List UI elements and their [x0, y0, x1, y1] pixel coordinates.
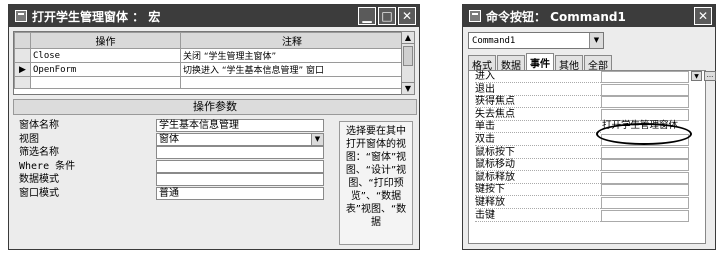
property-name: 双击 — [475, 133, 495, 145]
property-name: 获得焦点 — [475, 96, 515, 108]
tab-event[interactable]: 事件 — [526, 53, 554, 70]
table-row[interactable]: Close 关闭 “学生管理主窗体” — [14, 48, 404, 63]
param-label: 筛选名称 — [19, 147, 59, 158]
tab-other[interactable]: 其他 — [555, 55, 583, 72]
property-sheet-icon — [469, 10, 481, 22]
action-cell[interactable]: OpenForm — [30, 62, 181, 77]
builder-ellipsis-button[interactable]: ... — [704, 71, 716, 81]
property-value[interactable] — [601, 171, 689, 184]
close-button[interactable]: ✕ — [694, 7, 712, 25]
chevron-down-icon[interactable]: ▼ — [311, 133, 323, 145]
column-header-comment: 注释 — [180, 32, 404, 49]
property-name: 鼠标按下 — [475, 146, 515, 158]
property-row[interactable]: 进入 ▼ ... — [469, 71, 716, 84]
property-title: 命令按钮： Command1 — [486, 9, 626, 24]
property-row[interactable]: 鼠标释放 — [469, 171, 705, 185]
data-mode-field[interactable] — [156, 173, 324, 186]
property-sheet-window: 命令按钮： Command1 ✕ Command1 ▼ 格式 数据 事件 其他 … — [462, 4, 716, 250]
view-combo[interactable]: 窗体 ▼ — [156, 132, 324, 146]
action-cell[interactable]: Close — [30, 48, 181, 63]
property-row[interactable]: 鼠标按下 — [469, 146, 705, 160]
property-value[interactable] — [601, 96, 689, 109]
object-value: Command1 — [472, 36, 516, 46]
param-row: 窗体名称 学生基本信息管理 — [19, 119, 339, 133]
column-header-action: 操作 — [30, 32, 181, 49]
property-name: 鼠标移动 — [475, 159, 515, 171]
highlight-ellipse — [596, 123, 692, 145]
macro-window: 打开学生管理窗体 ： 宏 ▁ □ ✕ 操作 注释 Close 关闭 “学生管理主… — [8, 4, 420, 250]
property-value[interactable] — [601, 108, 689, 121]
property-name: 退出 — [475, 83, 495, 95]
help-text: 选择要在其中打开窗体的视图：“窗体”视图、“设计”视图、“打印预览”、“数据表”… — [339, 121, 413, 245]
action-cell[interactable] — [30, 76, 181, 89]
property-row[interactable]: 获得焦点 — [469, 96, 705, 109]
filter-name-field[interactable] — [156, 146, 324, 159]
property-titlebar[interactable]: 命令按钮： Command1 ✕ — [463, 5, 715, 27]
property-list: 进入 ▼ ... 退出 获得焦点 失去焦点 单击 打开学生管理窗体 双击 鼠标按… — [468, 70, 716, 244]
view-value: 窗体 — [159, 133, 179, 145]
param-row: 窗口模式 普通 — [19, 186, 339, 201]
form-name-field[interactable]: 学生基本信息管理 — [156, 119, 324, 132]
property-value[interactable] — [601, 184, 689, 197]
scroll-down-icon[interactable]: ▼ — [402, 82, 414, 94]
property-value[interactable] — [601, 146, 689, 159]
macro-titlebar[interactable]: 打开学生管理窗体 ： 宏 ▁ □ ✕ — [9, 5, 419, 27]
macro-grid: 操作 注释 Close 关闭 “学生管理主窗体” ▶ OpenForm 切换进入… — [13, 31, 405, 95]
params-header: 操作参数 — [13, 99, 417, 115]
property-name: 鼠标释放 — [475, 171, 515, 183]
macro-title: 打开学生管理窗体 ： 宏 — [32, 9, 161, 24]
property-row[interactable]: 键释放 — [469, 196, 705, 210]
param-label: 窗口模式 — [19, 187, 59, 199]
object-selector[interactable]: Command1 ▼ — [468, 32, 604, 49]
property-tabs: 格式 数据 事件 其他 全部 — [468, 53, 613, 72]
param-row: 数据模式 — [19, 173, 339, 187]
param-label: 数据模式 — [19, 174, 59, 185]
param-row: 视图 窗体 ▼ — [19, 132, 339, 147]
row-selector[interactable] — [14, 76, 31, 89]
tab-data[interactable]: 数据 — [497, 55, 525, 72]
param-row: 筛选名称 — [19, 146, 339, 160]
property-value[interactable] — [601, 159, 689, 172]
property-name: 进入 — [475, 71, 495, 82]
tab-format[interactable]: 格式 — [468, 55, 496, 72]
property-name: 击键 — [475, 209, 495, 221]
params-list: 窗体名称 学生基本信息管理 视图 窗体 ▼ 筛选名称 Where 条件 数据模式… — [19, 119, 339, 200]
property-value[interactable] — [601, 71, 689, 83]
grid-corner — [14, 32, 31, 49]
property-row[interactable]: 击键 — [469, 209, 705, 223]
close-button[interactable]: ✕ — [398, 7, 416, 25]
minimize-button[interactable]: ▁ — [358, 7, 376, 25]
chevron-down-icon[interactable]: ▼ — [589, 33, 603, 48]
property-value[interactable] — [601, 83, 689, 96]
param-row: Where 条件 — [19, 159, 339, 174]
param-label: Where 条件 — [19, 160, 76, 172]
property-row[interactable]: 鼠标移动 — [469, 159, 705, 172]
property-value[interactable] — [601, 196, 689, 209]
property-row[interactable]: 键按下 — [469, 184, 705, 197]
chevron-down-icon[interactable]: ▼ — [691, 71, 702, 81]
property-name: 失去焦点 — [475, 108, 515, 120]
comment-cell[interactable]: 关闭 “学生管理主窗体” — [180, 48, 404, 63]
property-row[interactable]: 退出 — [469, 83, 705, 97]
param-label: 窗体名称 — [19, 120, 59, 131]
row-selector[interactable]: ▶ — [14, 62, 31, 77]
macro-icon — [15, 10, 27, 22]
property-value[interactable] — [601, 209, 689, 222]
scroll-thumb[interactable] — [403, 46, 413, 66]
property-name: 单击 — [475, 121, 495, 133]
param-label: 视图 — [19, 133, 39, 145]
grid-scrollbar[interactable]: ▲ ▼ — [401, 31, 415, 95]
property-name: 键按下 — [475, 184, 505, 196]
scroll-up-icon[interactable]: ▲ — [402, 32, 414, 44]
tab-all[interactable]: 全部 — [584, 55, 612, 72]
comment-cell[interactable]: 切换进入 “学生基本信息管理” 窗口 — [180, 62, 404, 77]
maximize-button[interactable]: □ — [378, 7, 396, 25]
property-name: 键释放 — [475, 196, 505, 208]
table-row[interactable] — [14, 76, 404, 89]
row-selector[interactable] — [14, 48, 31, 63]
comment-cell[interactable] — [180, 76, 404, 89]
table-row[interactable]: ▶ OpenForm 切换进入 “学生基本信息管理” 窗口 — [14, 62, 404, 77]
window-mode-field[interactable]: 普通 — [156, 186, 324, 200]
where-condition-field[interactable] — [156, 159, 324, 173]
